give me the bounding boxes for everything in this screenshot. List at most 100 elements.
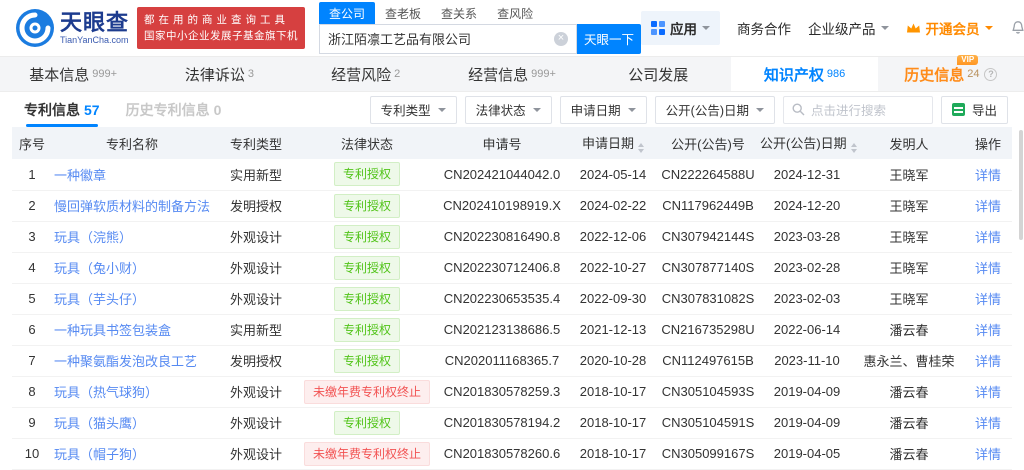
patent-name-cell: 玩具（芋头仔） xyxy=(52,283,212,315)
patent-name-link[interactable]: 一种聚氨酯发泡改良工艺 xyxy=(54,354,197,369)
subtab-patent-info[interactable]: 专利信息 57 xyxy=(24,92,100,127)
export-label: 导出 xyxy=(971,104,997,118)
detail-link[interactable]: 详情 xyxy=(975,385,1001,400)
patent-type: 发明授权 xyxy=(212,190,300,222)
filter-legal-status[interactable]: 法律状态 xyxy=(464,95,552,124)
tab-count: 2 xyxy=(394,68,401,80)
legal-status-cell: 专利授权 xyxy=(300,190,434,222)
col-apply-date[interactable]: 申请日期 xyxy=(570,127,656,159)
tab-history-info[interactable]: 历史信息 VIP 24 ? xyxy=(878,54,1024,91)
tab-label: 法律诉讼 xyxy=(184,66,245,84)
detail-link[interactable]: 详情 xyxy=(975,416,1001,431)
enterprise-products-menu[interactable]: 企业级产品 xyxy=(808,18,889,38)
inventor: 王晓军 xyxy=(854,283,964,315)
row-index: 8 xyxy=(12,376,52,408)
filter-label: 申请日期 xyxy=(570,104,621,118)
patent-type: 外观设计 xyxy=(212,407,300,439)
chevron-down-icon xyxy=(702,26,711,34)
filters: 专利类型 法律状态 申请日期 公开(公告)日期 点击进行搜索 导出 xyxy=(369,95,1008,124)
pub-date: 2023-02-28 xyxy=(760,252,854,284)
detail-link[interactable]: 详情 xyxy=(975,199,1001,214)
tab-basic-info[interactable]: 基本信息 999+ xyxy=(0,57,146,91)
col-legal-status: 法律状态 xyxy=(300,127,434,159)
search-button[interactable]: 天眼一下 xyxy=(577,23,642,54)
inventor: 王晓军 xyxy=(854,221,964,253)
apps-menu[interactable]: 应用 xyxy=(641,11,721,45)
apply-no: CN202421044042.0 xyxy=(434,159,570,191)
company-search-input[interactable]: 浙江陌凛工艺品有限公司 × xyxy=(319,23,578,54)
pub-no: CN305099167S xyxy=(656,438,760,470)
chevron-down-icon xyxy=(532,107,541,116)
patent-name-link[interactable]: 慢回弹软质材料的制备方法 xyxy=(54,199,210,214)
inventor: 潘云春 xyxy=(854,376,964,408)
tab-count: 3 xyxy=(247,68,254,80)
subtab-history-patent-info[interactable]: 历史专利信息 0 xyxy=(126,92,222,127)
open-vip-menu[interactable]: 开通会员 xyxy=(906,18,993,38)
legal-status-badge: 专利授权 xyxy=(333,286,400,311)
patent-name-link[interactable]: 一种徽章 xyxy=(54,168,106,183)
patent-name-cell: 玩具（兔小财） xyxy=(52,252,212,284)
patent-name-link[interactable]: 玩具（兔小财） xyxy=(54,261,145,276)
detail-link[interactable]: 详情 xyxy=(975,354,1001,369)
legal-status-badge: 专利授权 xyxy=(333,193,400,218)
pub-date: 2023-11-10 xyxy=(760,345,854,377)
detail-link[interactable]: 详情 xyxy=(975,168,1001,183)
clear-search-icon[interactable]: × xyxy=(554,31,569,46)
notifications-button[interactable] xyxy=(1010,20,1024,36)
filter-apply-date[interactable]: 申请日期 xyxy=(559,95,647,124)
scrollbar-thumb[interactable] xyxy=(1019,130,1023,240)
row-index: 1 xyxy=(12,159,52,191)
tab-legal-litigation[interactable]: 法律诉讼 3 xyxy=(146,57,292,91)
tab-operation-risk[interactable]: 经营风险 2 xyxy=(293,57,439,91)
tab-count: 999+ xyxy=(92,68,118,80)
table-row: 2 慢回弹软质材料的制备方法 发明授权 专利授权 CN202410198919.X 202… xyxy=(12,190,1012,222)
patent-name-cell: 一种聚氨酯发泡改良工艺 xyxy=(52,345,212,377)
table-search-input[interactable]: 点击进行搜索 xyxy=(782,95,933,124)
filter-label: 法律状态 xyxy=(475,104,526,118)
action-cell: 详情 xyxy=(964,345,1012,377)
legal-status-badge: 专利授权 xyxy=(333,348,400,373)
legal-status-cell: 未缴年费专利权终止 xyxy=(300,438,434,470)
tab-company-development[interactable]: 公司发展 xyxy=(585,57,731,91)
patent-name-link[interactable]: 玩具（帽子狗） xyxy=(54,447,145,462)
vip-label: 开通会员 xyxy=(925,22,980,37)
tab-label: 经营风险 xyxy=(331,66,392,84)
search-tab-risk[interactable]: 查风险 xyxy=(487,2,543,24)
patent-name-link[interactable]: 玩具（芋头仔） xyxy=(54,292,145,307)
filter-publish-date[interactable]: 公开(公告)日期 xyxy=(654,95,775,124)
patent-type: 外观设计 xyxy=(212,221,300,253)
search-tab-boss[interactable]: 查老板 xyxy=(375,2,431,24)
filter-label: 专利类型 xyxy=(380,104,431,118)
business-cooperation-link[interactable]: 商务合作 xyxy=(737,18,791,38)
detail-link[interactable]: 详情 xyxy=(975,323,1001,338)
tab-operation-info[interactable]: 经营信息 999+ xyxy=(439,57,585,91)
help-icon[interactable]: ? xyxy=(984,67,998,81)
col-index: 序号 xyxy=(12,127,52,159)
detail-link[interactable]: 详情 xyxy=(975,447,1001,462)
table-row: 6 一种玩具书签包装盒 实用新型 专利授权 CN202123138686.5 2021-1… xyxy=(12,314,1012,346)
patent-name-link[interactable]: 玩具（热气球狗） xyxy=(54,385,158,400)
detail-link[interactable]: 详情 xyxy=(975,230,1001,245)
detail-link[interactable]: 详情 xyxy=(975,292,1001,307)
patent-name-link[interactable]: 玩具（猫头鹰） xyxy=(54,416,145,431)
table-header-row: 序号 专利名称 专利类型 法律状态 申请号 申请日期 公开(公告)号 公开(公告… xyxy=(12,127,1012,159)
action-cell: 详情 xyxy=(964,376,1012,408)
export-button[interactable]: 导出 xyxy=(940,95,1008,124)
detail-link[interactable]: 详情 xyxy=(975,261,1001,276)
patent-name-link[interactable]: 一种玩具书签包装盒 xyxy=(54,323,171,338)
apply-date: 2022-10-27 xyxy=(570,252,656,284)
legal-status-cell: 专利授权 xyxy=(300,345,434,377)
subtab-count: 0 xyxy=(213,101,222,118)
apps-grid-icon xyxy=(651,21,666,35)
tianyancha-logo[interactable]: 天眼查 TianYanCha.com xyxy=(16,9,129,47)
pub-no: CN305104593S xyxy=(656,376,760,408)
patent-name-link[interactable]: 玩具（浣熊） xyxy=(54,230,132,245)
search-tab-relation[interactable]: 查关系 xyxy=(431,2,487,24)
search-tab-company[interactable]: 查公司 xyxy=(319,1,376,24)
col-pub-date[interactable]: 公开(公告)日期 xyxy=(760,127,857,159)
inventor: 王晓军 xyxy=(854,159,964,191)
legal-status-badge: 专利授权 xyxy=(333,317,400,342)
tab-intellectual-property[interactable]: 知识产权 986 xyxy=(731,57,878,91)
filter-patent-type[interactable]: 专利类型 xyxy=(369,95,457,124)
search-tabs: 查公司 查老板 查关系 查风险 xyxy=(319,1,641,24)
